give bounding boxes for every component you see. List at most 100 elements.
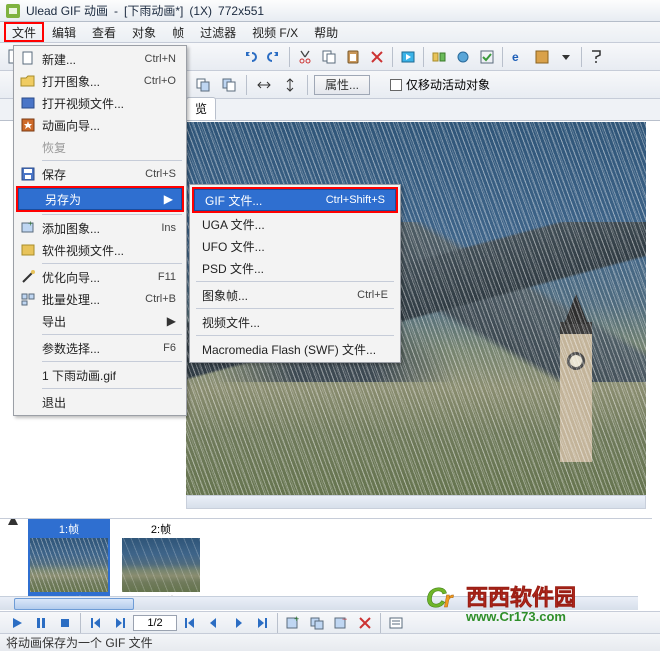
opt-dup-icon[interactable] <box>192 74 214 96</box>
menu-object[interactable]: 对象 <box>124 22 164 42</box>
separator <box>42 361 182 362</box>
menu-help[interactable]: 帮助 <box>306 22 346 42</box>
menu-add-image[interactable]: +添加图象...Ins <box>16 217 184 239</box>
frame-props-icon[interactable] <box>385 612 407 634</box>
menu-optimize-wizard[interactable]: 优化向导...F11 <box>16 266 184 288</box>
separator <box>42 160 182 161</box>
tb-redo-icon[interactable] <box>263 46 285 68</box>
next-frame-icon[interactable] <box>227 612 249 634</box>
tb-browser-icon[interactable]: e <box>507 46 529 68</box>
expand-right-icon[interactable] <box>109 612 131 634</box>
frame-label: 1:帧 <box>57 520 81 538</box>
new-file-icon <box>16 51 40 67</box>
menu-new[interactable]: 新建...Ctrl+N <box>16 48 184 70</box>
svg-text:www.Cr173.com: www.Cr173.com <box>465 609 566 624</box>
stop-icon[interactable] <box>54 612 76 634</box>
tb-cut-icon[interactable] <box>294 46 316 68</box>
tb-delete-icon[interactable] <box>366 46 388 68</box>
svg-text:西西软件园: 西西软件园 <box>466 585 576 610</box>
menu-video-fx[interactable]: 视频 F/X <box>244 22 306 42</box>
svg-text:−: − <box>342 616 347 624</box>
separator <box>289 47 290 67</box>
submenu-swf-file[interactable]: Macromedia Flash (SWF) 文件... <box>192 338 398 360</box>
splitter-handle[interactable] <box>0 518 652 519</box>
collapse-left-icon[interactable] <box>85 612 107 634</box>
frame-counter[interactable]: 1/2 <box>133 615 177 631</box>
separator <box>392 47 393 67</box>
separator <box>307 75 308 95</box>
remove-frame-icon[interactable]: − <box>330 612 352 634</box>
tb-opt1-icon[interactable] <box>428 46 450 68</box>
tb-dropdown-icon[interactable] <box>555 46 577 68</box>
prev-frame-icon[interactable] <box>203 612 225 634</box>
tb-undo-icon[interactable] <box>239 46 261 68</box>
del-frame-icon[interactable] <box>354 612 376 634</box>
menu-save[interactable]: 保存Ctrl+S <box>16 163 184 185</box>
tb-opt2-icon[interactable] <box>452 46 474 68</box>
dup-frame-icon[interactable] <box>306 612 328 634</box>
menu-open-video[interactable]: 打开视频文件... <box>16 92 184 114</box>
opt-flip-h-icon[interactable] <box>253 74 275 96</box>
menu-exit[interactable]: 退出 <box>16 391 184 413</box>
separator <box>380 613 381 633</box>
svg-text:+: + <box>28 220 33 228</box>
menu-save-as[interactable]: 另存为▶ <box>18 188 182 210</box>
status-text: 将动画保存为一个 GIF 文件 <box>6 634 153 651</box>
properties-button[interactable]: 属性... <box>314 75 370 95</box>
submenu-uga-file[interactable]: UGA 文件... <box>192 213 398 235</box>
add-image-icon: + <box>16 220 40 236</box>
first-frame-icon[interactable] <box>179 612 201 634</box>
save-as-submenu: GIF 文件...Ctrl+Shift+S UGA 文件... UFO 文件..… <box>189 184 401 363</box>
submenu-ufo-file[interactable]: UFO 文件... <box>192 235 398 257</box>
separator <box>42 388 182 389</box>
menu-view[interactable]: 查看 <box>84 22 124 42</box>
menu-preferences[interactable]: 参数选择...F6 <box>16 337 184 359</box>
scrollbar-horizontal[interactable] <box>186 495 646 509</box>
pause-icon[interactable] <box>30 612 52 634</box>
separator <box>423 47 424 67</box>
submenu-psd-file[interactable]: PSD 文件... <box>192 257 398 279</box>
submenu-video-file[interactable]: 视频文件... <box>192 311 398 333</box>
frame-thumbnail[interactable] <box>30 538 108 592</box>
submenu-arrow-icon: ▶ <box>164 192 181 206</box>
menu-bar: 文件 编辑 查看 对象 帧 过滤器 视频 F/X 帮助 <box>0 22 660 43</box>
play-icon[interactable] <box>6 612 28 634</box>
tab-preview[interactable]: 览 <box>186 97 216 120</box>
menu-open-image[interactable]: 打开图象...Ctrl+O <box>16 70 184 92</box>
highlight-gif-file: GIF 文件...Ctrl+Shift+S <box>192 187 398 213</box>
menu-edit[interactable]: 编辑 <box>44 22 84 42</box>
menu-export[interactable]: 导出▶ <box>16 310 184 332</box>
app-name: Ulead GIF 动画 <box>26 2 108 19</box>
menu-batch[interactable]: 批量处理...Ctrl+B <box>16 288 184 310</box>
submenu-image-frames[interactable]: 图象帧...Ctrl+E <box>192 284 398 306</box>
tb-paste-icon[interactable] <box>342 46 364 68</box>
menu-filter[interactable]: 过滤器 <box>192 22 244 42</box>
tb-help-icon[interactable] <box>586 46 608 68</box>
frame-label: 2:帧 <box>149 520 173 538</box>
menu-file[interactable]: 文件 <box>4 22 44 42</box>
tb-opt3-icon[interactable] <box>476 46 498 68</box>
opt-dup2-icon[interactable] <box>218 74 240 96</box>
menu-frame[interactable]: 帧 <box>164 22 192 42</box>
submenu-gif-file[interactable]: GIF 文件...Ctrl+Shift+S <box>194 189 396 211</box>
menu-animation-wizard[interactable]: 动画向导... <box>16 114 184 136</box>
tb-copy-icon[interactable] <box>318 46 340 68</box>
menu-add-video[interactable]: 软件视频文件... <box>16 239 184 261</box>
add-frame-icon[interactable]: + <box>282 612 304 634</box>
frame-thumbnail[interactable] <box>122 538 200 592</box>
separator <box>42 334 182 335</box>
wizard-icon <box>16 117 40 133</box>
scrollbar-thumb[interactable] <box>14 598 134 610</box>
tb-preview-icon[interactable] <box>397 46 419 68</box>
separator <box>196 281 394 282</box>
expand-icon[interactable] <box>8 518 18 525</box>
tb-export-icon[interactable] <box>531 46 553 68</box>
separator <box>246 75 247 95</box>
separator <box>196 335 394 336</box>
move-active-only-checkbox[interactable]: 仅移动活动对象 <box>390 76 490 93</box>
opt-flip-v-icon[interactable] <box>279 74 301 96</box>
checkbox-box-icon[interactable] <box>390 79 402 91</box>
separator <box>196 308 394 309</box>
last-frame-icon[interactable] <box>251 612 273 634</box>
menu-recent-1[interactable]: 1 下雨动画.gif <box>16 364 184 386</box>
